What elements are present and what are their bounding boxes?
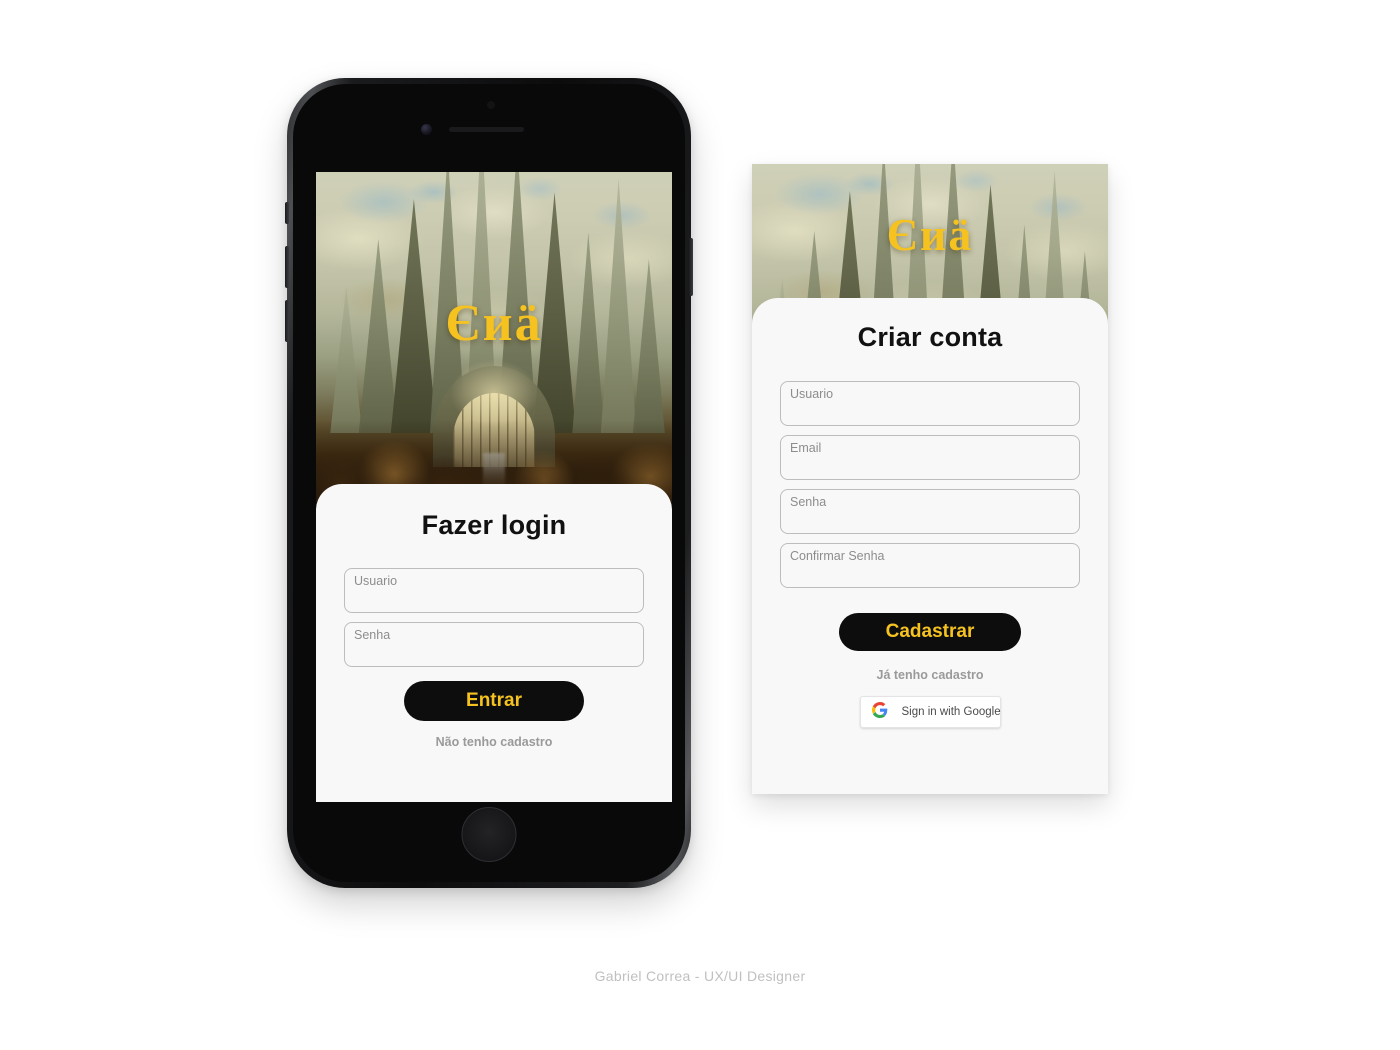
email-label: Email: [790, 441, 822, 455]
brand-logo: Єиӓ: [445, 295, 543, 352]
username-input[interactable]: [790, 402, 1070, 422]
login-fields: Usuario Senha: [344, 568, 644, 667]
password-field[interactable]: Senha: [344, 622, 644, 667]
front-camera-icon: [421, 124, 432, 135]
gate-bars: [453, 393, 535, 467]
confirm-password-field[interactable]: Confirmar Senha: [780, 543, 1080, 588]
google-g-icon: [871, 701, 888, 723]
username-field[interactable]: Usuario: [344, 568, 644, 613]
signup-fields: Usuario Email Senha Confirmar Senha: [780, 381, 1080, 588]
login-card: Fazer login Usuario Senha Entrar Não ten…: [316, 484, 672, 802]
username-label: Usuario: [354, 574, 398, 588]
proximity-sensor-icon: [487, 101, 495, 109]
login-hero-artwork: Єиӓ: [316, 172, 672, 507]
signup-submit-button[interactable]: Cadastrar: [839, 613, 1021, 651]
password-field[interactable]: Senha: [780, 489, 1080, 534]
password-input[interactable]: [790, 510, 1070, 530]
password-input[interactable]: [354, 643, 634, 663]
username-input[interactable]: [354, 589, 634, 609]
phone-mute-switch[interactable]: [285, 202, 289, 224]
username-field[interactable]: Usuario: [780, 381, 1080, 426]
email-field[interactable]: Email: [780, 435, 1080, 480]
phone-volume-down-button[interactable]: [285, 300, 289, 342]
go-to-login-link[interactable]: Já tenho cadastro: [780, 668, 1080, 682]
password-label: Senha: [354, 628, 391, 642]
signup-title: Criar conta: [857, 322, 1003, 352]
signup-card: Criar conta Usuario Email Senha Confirma…: [752, 298, 1108, 794]
confirm-password-label: Confirmar Senha: [790, 549, 885, 563]
login-submit-button[interactable]: Entrar: [404, 681, 584, 721]
phone-volume-up-button[interactable]: [285, 246, 289, 288]
design-canvas: Єиӓ Fazer login Usuario Senha Entrar Não…: [0, 0, 1400, 1050]
brand-logo: Єиӓ: [886, 209, 974, 260]
email-input[interactable]: [790, 456, 1070, 476]
phone-power-button[interactable]: [689, 238, 693, 296]
home-button[interactable]: [461, 807, 517, 862]
iphone-mockup: Єиӓ Fazer login Usuario Senha Entrar Não…: [285, 78, 693, 888]
username-label: Usuario: [790, 387, 834, 401]
go-to-signup-link[interactable]: Não tenho cadastro: [344, 735, 644, 749]
google-button-label: Sign in with Google: [901, 706, 1001, 718]
designer-credit: Gabriel Correa - UX/UI Designer: [594, 968, 806, 984]
signup-screen: Єиӓ Criar conta Usuario Email Senha Conf…: [752, 164, 1108, 794]
gate-arch: [433, 366, 555, 467]
password-label: Senha: [790, 495, 827, 509]
login-title: Fazer login: [421, 510, 567, 540]
phone-body: Єиӓ Fazer login Usuario Senha Entrar Não…: [293, 84, 685, 882]
confirm-password-input[interactable]: [790, 564, 1070, 584]
google-sign-in-button[interactable]: Sign in with Google: [859, 696, 1001, 728]
phone-screen: Єиӓ Fazer login Usuario Senha Entrar Não…: [316, 172, 672, 802]
gate-opening: [453, 393, 535, 467]
earpiece-speaker-icon: [449, 127, 524, 132]
